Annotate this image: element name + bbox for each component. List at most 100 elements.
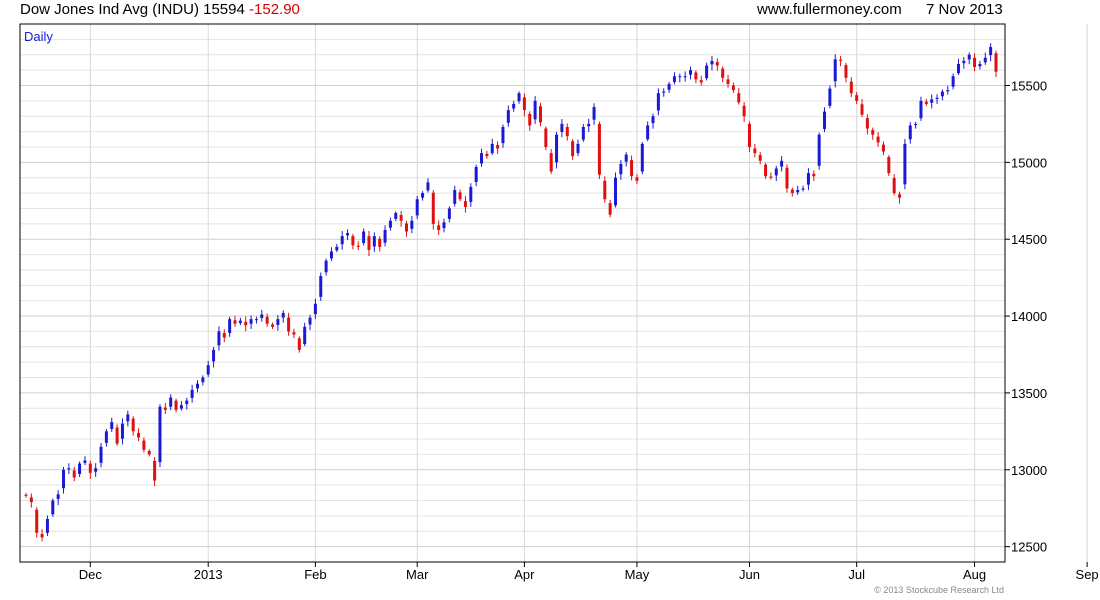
candle-body: [29, 497, 33, 503]
candle-body: [142, 440, 146, 450]
candle: [940, 89, 944, 101]
candle-body: [683, 76, 687, 78]
candle: [549, 148, 553, 174]
candle-body: [147, 450, 151, 455]
y-tick-label: 15500: [1011, 78, 1047, 93]
candle: [689, 66, 693, 80]
candle: [710, 55, 714, 71]
candle-body: [785, 167, 789, 189]
candle-body: [833, 59, 837, 82]
candle: [383, 225, 387, 247]
candle-body: [914, 123, 918, 126]
candle: [254, 316, 258, 324]
candle: [844, 62, 848, 83]
candle-body: [597, 123, 601, 175]
candle-body: [410, 220, 414, 229]
candle: [806, 168, 810, 191]
x-tick-label: Apr: [514, 567, 535, 582]
candle-body: [806, 173, 810, 185]
candle: [340, 231, 344, 250]
candle-body: [865, 118, 869, 129]
candle: [742, 102, 746, 123]
candle: [249, 315, 253, 329]
candle: [378, 236, 382, 252]
candle: [576, 139, 580, 157]
candle-body: [715, 62, 719, 66]
candle-body: [892, 178, 896, 194]
candle: [308, 314, 312, 331]
x-tick-label: Jul: [848, 567, 865, 582]
candle: [565, 123, 569, 141]
candle-body: [190, 389, 194, 398]
candle: [630, 155, 634, 181]
candle-body: [72, 470, 76, 478]
candle-body: [372, 236, 376, 247]
candle: [367, 230, 371, 257]
candle: [512, 100, 516, 112]
candle-body: [823, 111, 827, 129]
candle: [715, 58, 719, 71]
candle: [731, 82, 735, 94]
candle: [410, 215, 414, 234]
candle-body: [303, 326, 307, 345]
candle-body: [930, 99, 934, 103]
candle-body: [276, 319, 280, 325]
candle-body: [898, 194, 902, 198]
candle: [828, 85, 832, 109]
candle-body: [528, 113, 532, 126]
candle: [415, 195, 419, 220]
candle-body: [356, 245, 360, 247]
candle: [324, 258, 328, 276]
x-tick-label: Dec: [79, 567, 103, 582]
candle-body: [110, 422, 114, 430]
candle-body: [185, 400, 189, 405]
candle: [538, 102, 542, 127]
candle-body: [404, 223, 408, 232]
candle-body: [496, 145, 500, 149]
candle: [372, 232, 376, 252]
candle: [335, 243, 339, 253]
candle-body: [265, 316, 269, 324]
candle: [88, 460, 92, 479]
candle-body: [940, 91, 944, 97]
candle-body: [989, 47, 993, 56]
candle-body: [222, 332, 226, 338]
candle-body: [195, 383, 199, 389]
candle: [351, 233, 355, 250]
candle: [447, 206, 451, 223]
candle-body: [796, 190, 800, 193]
candle: [485, 150, 489, 159]
candle: [946, 85, 950, 95]
candle-body: [388, 220, 392, 228]
candle-body: [249, 319, 253, 324]
candle: [244, 316, 248, 332]
candle-body: [667, 83, 671, 90]
candle: [51, 498, 55, 517]
candle-body: [812, 173, 816, 177]
candle: [426, 178, 430, 193]
candle-body: [538, 106, 542, 123]
candle-body: [383, 229, 387, 243]
candle-body: [517, 93, 521, 102]
candle-body: [378, 238, 382, 247]
candle: [346, 229, 350, 241]
candle-body: [313, 303, 317, 315]
candle-body: [308, 317, 312, 325]
candle: [469, 183, 473, 207]
candle-body: [94, 468, 98, 472]
candle: [603, 176, 607, 203]
candle: [705, 62, 709, 81]
candle: [962, 57, 966, 69]
candle: [785, 164, 789, 193]
period-label: Daily: [24, 29, 53, 44]
candle: [694, 70, 698, 84]
candle-body: [587, 123, 591, 127]
candle-body: [828, 88, 832, 106]
candle: [662, 88, 666, 97]
candle: [72, 467, 76, 482]
candle-body: [769, 176, 773, 178]
candle: [174, 398, 178, 413]
candle: [635, 174, 639, 185]
candle: [271, 322, 275, 329]
candle-body: [721, 68, 725, 78]
